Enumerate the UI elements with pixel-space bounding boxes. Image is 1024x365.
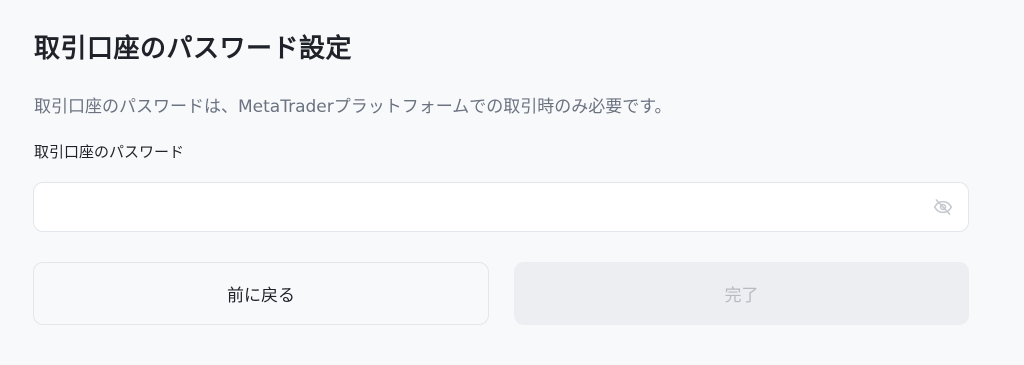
page-title: 取引口座のパスワード設定 (34, 34, 353, 64)
page-description: 取引口座のパスワードは、MetaTraderプラットフォームでの取引時のみ必要で… (34, 97, 672, 117)
eye-off-icon[interactable] (932, 196, 954, 218)
done-button[interactable]: 完了 (514, 262, 969, 325)
password-setup-panel: 取引口座のパスワード設定 取引口座のパスワードは、MetaTraderプラットフ… (0, 0, 1024, 365)
password-input-wrapper (33, 182, 969, 232)
password-field-label: 取引口座のパスワード (34, 143, 185, 161)
back-button[interactable]: 前に戻る (33, 262, 489, 325)
password-input[interactable] (34, 183, 968, 231)
